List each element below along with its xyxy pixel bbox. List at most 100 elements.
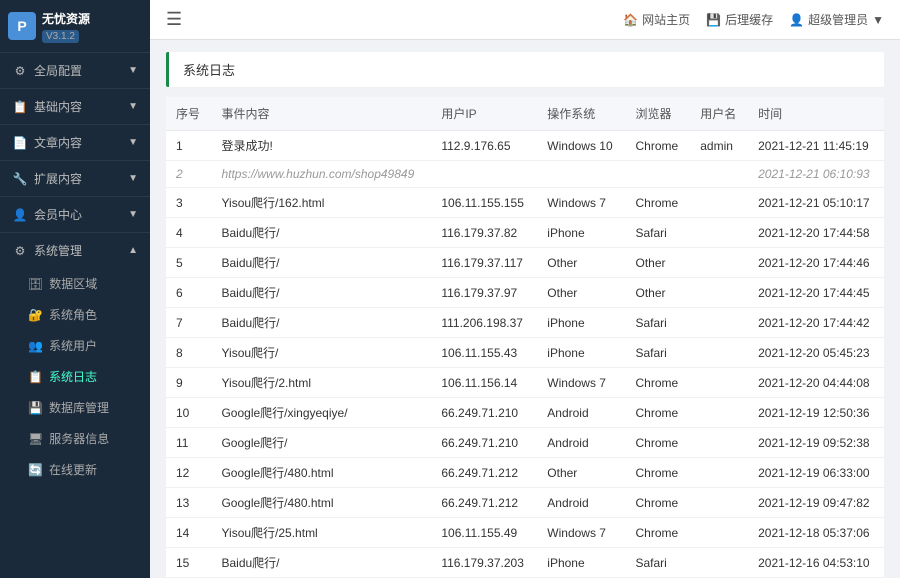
chevron-up-icon: ▲ <box>128 245 138 256</box>
cell-id: 11 <box>166 428 211 458</box>
cell-time: 2021-12-20 05:45:23 <box>748 338 884 368</box>
cell-id: 2 <box>166 161 211 188</box>
cell-os: Windows 7 <box>537 368 625 398</box>
topbar-right: 🏠 网站主页 💾 后理缓存 👤 超级管理员 ▼ <box>623 11 884 28</box>
cell-ip: 116.179.37.82 <box>431 218 537 248</box>
sidebar-item-users[interactable]: 👥 系统用户 <box>0 330 150 361</box>
cell-id: 10 <box>166 398 211 428</box>
cell-user <box>690 161 748 188</box>
sidebar-item-dbmanage[interactable]: 💾 数据库管理 <box>0 392 150 423</box>
cache-label: 后理缓存 <box>725 11 773 28</box>
cell-os: iPhone <box>537 338 625 368</box>
sidebar-menu: ⚙ 全局配置 ▼ 📋 基础内容 ▼ 📄 文章内容 ▼ 🔧 扩展内容 ▼ 👤 会员… <box>0 53 150 578</box>
cell-event: Baidu爬行/ <box>211 548 431 578</box>
cell-time: 2021-12-20 17:44:58 <box>748 218 884 248</box>
app-name: 无忧资源 <box>42 10 90 27</box>
cell-os: iPhone <box>537 218 625 248</box>
cell-event: https://www.huzhun.com/shop49849 <box>211 161 431 188</box>
chevron-down-icon: ▼ <box>128 173 138 184</box>
cell-time: 2021-12-19 12:50:36 <box>748 398 884 428</box>
table-row: 2https://www.huzhun.com/shop49849 2021-12… <box>166 161 884 188</box>
col-user: 用户名 <box>690 97 748 131</box>
table-row: 7Baidu爬行/111.206.198.37iPhoneSafari2021-… <box>166 308 884 338</box>
table-header-row: 序号 事件内容 用户IP 操作系统 浏览器 用户名 时间 <box>166 97 884 131</box>
sidebar-item-article[interactable]: 📄 文章内容 ▼ <box>0 125 150 161</box>
col-id: 序号 <box>166 97 211 131</box>
cell-ip: 66.249.71.212 <box>431 488 537 518</box>
cell-user <box>690 188 748 218</box>
sidebar-item-server[interactable]: 🖥 服务器信息 <box>0 423 150 454</box>
col-browser: 浏览器 <box>625 97 690 131</box>
sidebar-item-global[interactable]: ⚙ 全局配置 ▼ <box>0 53 150 89</box>
cell-ip: 106.11.155.43 <box>431 338 537 368</box>
cell-time: 2021-12-20 17:44:45 <box>748 278 884 308</box>
cell-id: 9 <box>166 368 211 398</box>
sidebar-item-update[interactable]: 🔄 在线更新 <box>0 454 150 485</box>
cell-user <box>690 488 748 518</box>
sidebar-item-extend[interactable]: 🔧 扩展内容 ▼ <box>0 161 150 197</box>
app-version: V3.1.2 <box>42 30 79 43</box>
cell-os: Android <box>537 488 625 518</box>
cell-ip: 116.179.37.203 <box>431 548 537 578</box>
table-row: 14Yisou爬行/25.html106.11.155.49Windows 7C… <box>166 518 884 548</box>
cell-ip: 111.206.198.37 <box>431 308 537 338</box>
sidebar-item-label: 系统管理 <box>34 242 82 259</box>
cell-id: 14 <box>166 518 211 548</box>
cell-browser: Other <box>625 278 690 308</box>
server-icon: 🖥 <box>28 432 43 446</box>
submenu-label: 数据区域 <box>49 275 97 292</box>
cell-browser: Chrome <box>625 458 690 488</box>
cell-time: 2021-12-20 04:44:08 <box>748 368 884 398</box>
cell-os <box>537 161 625 188</box>
cell-time: 2021-12-18 05:37:06 <box>748 518 884 548</box>
cell-os: Windows 7 <box>537 188 625 218</box>
sidebar-item-logs[interactable]: 📋 系统日志 <box>0 361 150 392</box>
cell-event: Baidu爬行/ <box>211 308 431 338</box>
cell-browser: Safari <box>625 338 690 368</box>
cell-id: 4 <box>166 218 211 248</box>
sidebar: P 无忧资源 V3.1.2 ⚙ 全局配置 ▼ 📋 基础内容 ▼ 📄 文章内容 ▼… <box>0 0 150 578</box>
col-os: 操作系统 <box>537 97 625 131</box>
cell-time: 2021-12-21 06:10:93 <box>748 161 884 188</box>
home-link[interactable]: 🏠 网站主页 <box>623 11 690 28</box>
cell-user <box>690 398 748 428</box>
cell-time: 2021-12-21 11:45:19 <box>748 131 884 161</box>
table-row: 6Baidu爬行/116.179.37.97OtherOther2021-12-… <box>166 278 884 308</box>
cell-event: Baidu爬行/ <box>211 248 431 278</box>
cell-id: 15 <box>166 548 211 578</box>
cell-ip <box>431 161 537 188</box>
admin-dropdown[interactable]: 👤 超级管理员 ▼ <box>789 11 884 28</box>
table-row: 4Baidu爬行/116.179.37.82iPhoneSafari2021-1… <box>166 218 884 248</box>
cache-icon: 💾 <box>706 13 721 27</box>
sidebar-item-label: 文章内容 <box>34 134 82 151</box>
cell-user <box>690 458 748 488</box>
sidebar-item-member[interactable]: 👤 会员中心 ▼ <box>0 197 150 233</box>
sidebar-item-basic[interactable]: 📋 基础内容 ▼ <box>0 89 150 125</box>
sidebar-item-roles[interactable]: 🔐 系统角色 <box>0 299 150 330</box>
cell-ip: 66.249.71.212 <box>431 458 537 488</box>
cache-link[interactable]: 💾 后理缓存 <box>706 11 773 28</box>
cell-os: Android <box>537 398 625 428</box>
logo: P 无忧资源 V3.1.2 <box>0 0 150 53</box>
sidebar-item-label: 扩展内容 <box>34 170 82 187</box>
content-area: 系统日志 序号 事件内容 用户IP 操作系统 浏览器 用户名 时间 1登录成功!… <box>150 40 900 578</box>
sidebar-item-datazone[interactable]: 🗄 数据区域 <box>0 268 150 299</box>
article-icon: 📄 <box>12 135 28 151</box>
cell-id: 13 <box>166 488 211 518</box>
menu-toggle-button[interactable]: ☰ <box>166 9 182 30</box>
cell-ip: 106.11.156.14 <box>431 368 537 398</box>
cell-browser: Chrome <box>625 488 690 518</box>
table-row: 12Google爬行/480.html66.249.71.212OtherChr… <box>166 458 884 488</box>
system-icon: ⚙ <box>12 243 28 259</box>
cell-browser: Chrome <box>625 428 690 458</box>
sidebar-item-system[interactable]: ⚙ 系统管理 ▲ <box>0 233 150 268</box>
log-table: 序号 事件内容 用户IP 操作系统 浏览器 用户名 时间 1登录成功!112.9… <box>166 97 884 578</box>
cell-id: 12 <box>166 458 211 488</box>
cell-os: iPhone <box>537 308 625 338</box>
cell-browser: Safari <box>625 308 690 338</box>
cell-os: Windows 7 <box>537 518 625 548</box>
col-event: 事件内容 <box>211 97 431 131</box>
home-icon: 🏠 <box>623 13 638 27</box>
cell-ip: 116.179.37.97 <box>431 278 537 308</box>
submenu-label: 在线更新 <box>49 461 97 478</box>
